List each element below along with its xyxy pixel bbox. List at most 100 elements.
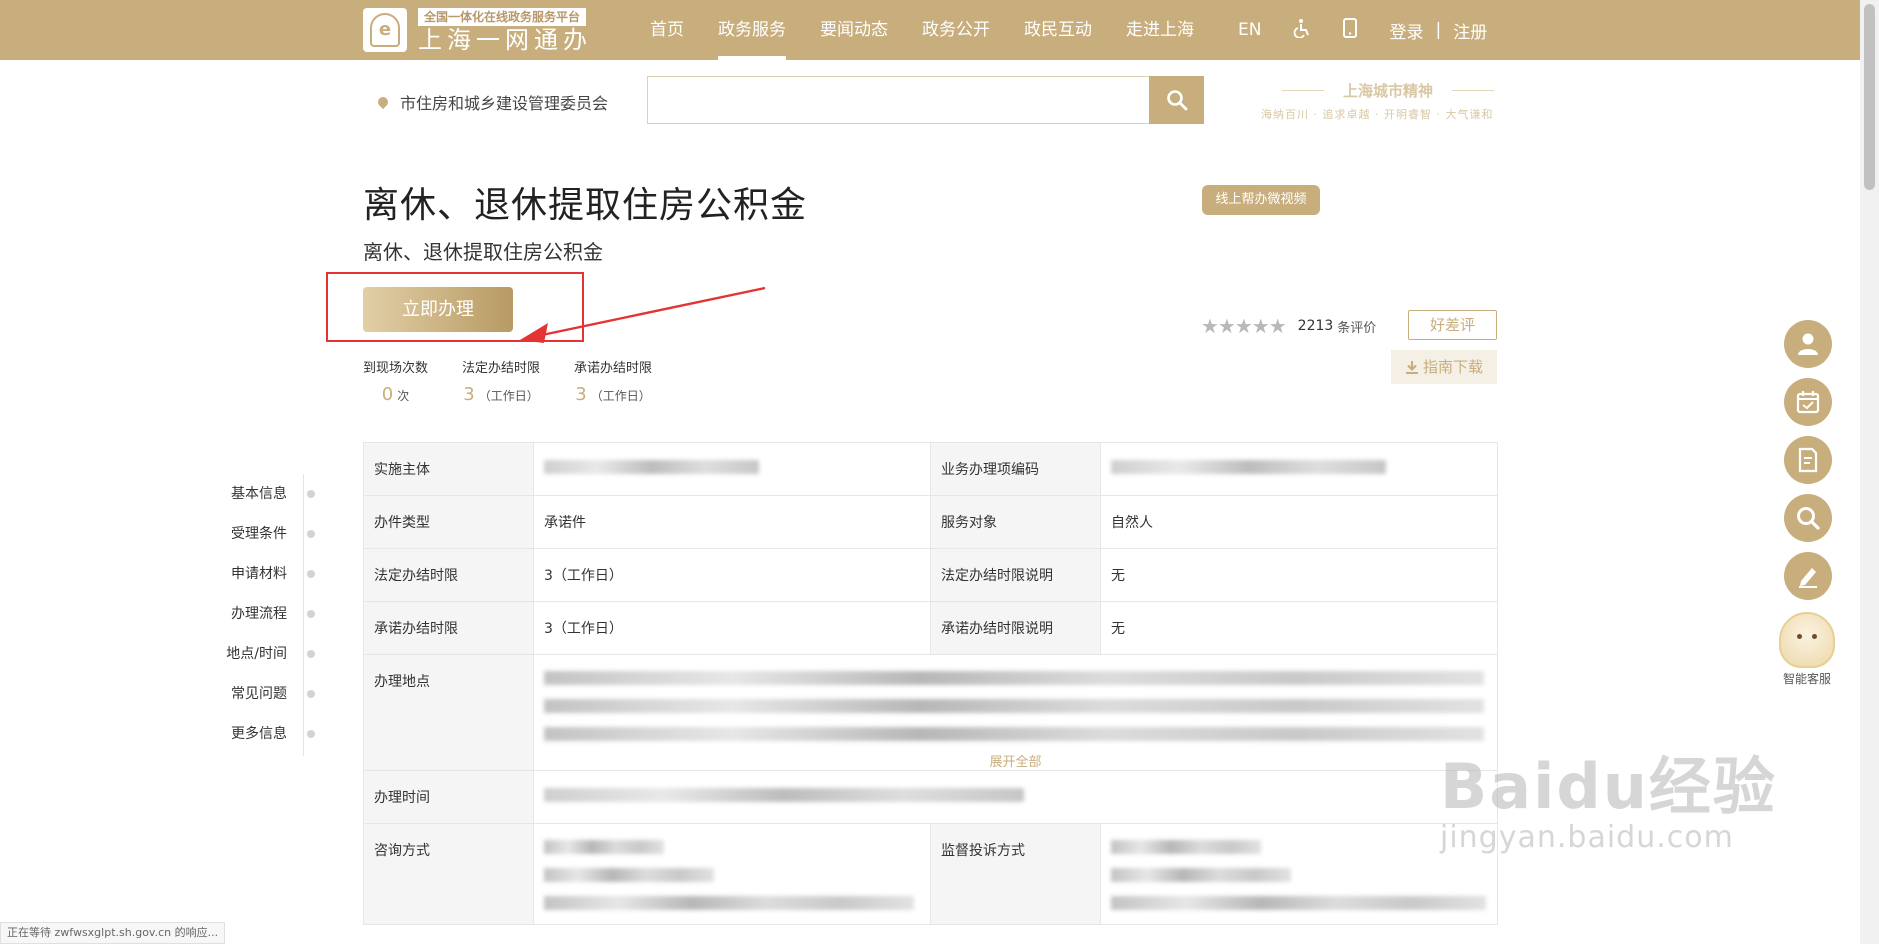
redacted-text [544, 699, 1484, 713]
nav-item-news[interactable]: 要闻动态 [820, 0, 888, 60]
search-button[interactable] [1149, 76, 1204, 124]
nav-item-home[interactable]: 首页 [650, 0, 684, 60]
anchor-label: 申请材料 [231, 566, 287, 582]
anchor-more-info[interactable]: 更多信息 [205, 714, 315, 754]
login-register-separator: | [1435, 20, 1442, 40]
language-switch[interactable]: EN [1238, 20, 1261, 40]
anchor-dot [307, 610, 315, 618]
anchor-dot [307, 530, 315, 538]
anchor-nav: 基本信息 受理条件 申请材料 办理流程 地点/时间 常见问题 更多信息 [205, 474, 315, 754]
help-video-button[interactable]: 线上帮办微视频 [1202, 185, 1320, 215]
table-label: 承诺办结时限说明 [930, 601, 1101, 655]
browser-status-bar: 正在等待 zwfwsxglpt.sh.gov.cn 的响应... [0, 922, 226, 944]
basic-info-table: 实施主体 业务办理项编码 办件类型 承诺件 服务对象 自然人 法定办结时限 3（… [363, 442, 1498, 925]
anchor-conditions[interactable]: 受理条件 [205, 514, 315, 554]
stat-number: 3 [575, 384, 587, 405]
stat-number: 3 [463, 384, 475, 405]
vertical-scrollbar[interactable] [1860, 0, 1879, 944]
document-icon[interactable] [1784, 436, 1832, 484]
calendar-icon[interactable] [1784, 378, 1832, 426]
guide-download-button[interactable]: 指南下载 [1391, 350, 1497, 384]
processing-stats: 到现场次数 0次 法定办结时限 3 （工作日） 承诺办结时限 3 （工作日） [363, 357, 686, 405]
stat-label: 法定办结时限 [462, 361, 541, 376]
redacted-text [1111, 460, 1386, 474]
user-icon[interactable] [1784, 320, 1832, 368]
table-label: 服务对象 [930, 495, 1101, 549]
redacted-text [544, 896, 914, 910]
site-logo[interactable]: e [363, 8, 407, 52]
redacted-text [544, 788, 1024, 802]
stat-onsite-visits: 到现场次数 0次 [363, 357, 428, 405]
rating-stars: ★★★★★ [1201, 314, 1287, 338]
location-pin-icon [375, 94, 391, 110]
department-location[interactable]: 市住房和城乡建设管理委员会 [375, 90, 609, 114]
anchor-label: 基本信息 [231, 486, 287, 502]
smart-service-button[interactable]: 智能客服 [1774, 612, 1840, 687]
redacted-text [1111, 896, 1486, 910]
anchor-dot [307, 570, 315, 578]
stat-unit: 次 [397, 389, 410, 403]
stat-label: 到现场次数 [363, 361, 429, 376]
anchor-dot [307, 730, 315, 738]
redacted-text [544, 727, 1484, 741]
register-link[interactable]: 注册 [1453, 18, 1487, 43]
table-value-redacted: 展开全部 [533, 654, 1498, 771]
expand-all-link[interactable]: 展开全部 [544, 751, 1487, 770]
anchor-materials[interactable]: 申请材料 [205, 554, 315, 594]
edit-icon[interactable] [1784, 552, 1832, 600]
nav-item-disclosure[interactable]: 政务公开 [922, 0, 990, 60]
brand-title[interactable]: 上海一网通办 [418, 25, 592, 55]
table-label: 办理地点 [363, 654, 534, 771]
anchor-label: 受理条件 [231, 526, 287, 542]
page-title: 离休、退休提取住房公积金 [363, 185, 808, 226]
stat-value: 3 （工作日） [574, 384, 652, 405]
mascot-icon [1779, 612, 1835, 668]
review-button[interactable]: 好差评 [1408, 310, 1497, 340]
accessibility-icon[interactable] [1293, 18, 1311, 43]
table-value: 自然人 [1100, 495, 1498, 549]
annotation-arrow [520, 286, 766, 343]
department-name: 市住房和城乡建设管理委员会 [400, 94, 609, 113]
redacted-text [1111, 840, 1261, 854]
city-spirit-title: 上海城市精神 [1282, 80, 1494, 101]
nav-item-interaction[interactable]: 政民互动 [1024, 0, 1092, 60]
table-label: 办件类型 [363, 495, 534, 549]
table-value: 无 [1100, 601, 1498, 655]
nav-item-services[interactable]: 政务服务 [718, 0, 786, 60]
table-value-redacted [533, 770, 1498, 824]
anchor-dot [307, 650, 315, 658]
table-value: 承诺件 [533, 495, 931, 549]
table-row: 法定办结时限 3（工作日） 法定办结时限说明 无 [363, 548, 1498, 602]
anchor-faq[interactable]: 常见问题 [205, 674, 315, 714]
guide-download-label: 指南下载 [1422, 358, 1483, 376]
anchor-label: 常见问题 [231, 686, 287, 702]
anchor-label: 更多信息 [231, 726, 287, 742]
search-input[interactable] [647, 76, 1150, 124]
scrollbar-thumb[interactable] [1864, 4, 1875, 190]
table-value-redacted [1100, 442, 1498, 496]
table-row: 承诺办结时限 3（工作日） 承诺办结时限说明 无 [363, 601, 1498, 655]
stat-unit: （工作日） [590, 389, 651, 403]
anchor-location-time[interactable]: 地点/时间 [205, 634, 315, 674]
login-link[interactable]: 登录 [1389, 18, 1423, 43]
rating-summary: ★★★★★ 2213 条评价 [1201, 314, 1376, 338]
table-value-redacted [533, 442, 931, 496]
anchor-label: 办理流程 [231, 606, 287, 622]
mobile-icon[interactable] [1343, 17, 1358, 43]
search-icon[interactable] [1784, 494, 1832, 542]
table-label: 业务办理项编码 [930, 442, 1101, 496]
table-label: 监督投诉方式 [930, 823, 1101, 925]
table-value: 无 [1100, 548, 1498, 602]
nav-tools: EN 登录 | 注册 [1238, 0, 1519, 60]
brand-subtitle: 全国一体化在线政务服务平台 [418, 8, 587, 26]
stat-value: 3 （工作日） [462, 384, 540, 405]
search-icon [1166, 90, 1187, 111]
anchor-process[interactable]: 办理流程 [205, 594, 315, 634]
table-row: 咨询方式 监督投诉方式 [363, 823, 1498, 925]
table-value-redacted [533, 823, 931, 925]
anchor-basic-info[interactable]: 基本信息 [205, 474, 315, 514]
table-value: 3（工作日） [533, 548, 931, 602]
nav-item-about-shanghai[interactable]: 走进上海 [1126, 0, 1194, 60]
logo-emblem-icon: e [370, 13, 400, 47]
stat-number: 0 [381, 384, 394, 405]
